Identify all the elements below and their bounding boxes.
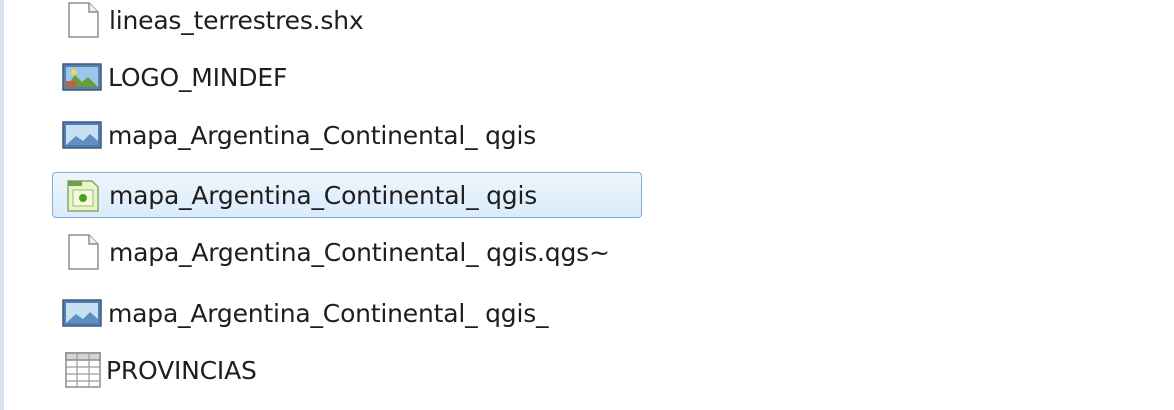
file-list: lineas_terrestres.shx LOGO_MINDEF mapa_A… (0, 0, 1174, 410)
image-file-icon (62, 61, 102, 93)
image-file-icon (62, 297, 102, 329)
file-name: mapa_Argentina_Continental_ qgis_ (108, 298, 549, 328)
file-name: mapa_Argentina_Continental_ qgis.qgs~ (109, 237, 610, 267)
table-file-icon (64, 351, 102, 389)
file-name: PROVINCIAS (106, 355, 257, 385)
list-item-logo-mindef[interactable]: LOGO_MINDEF (52, 56, 352, 98)
list-item-mapa-argentina-qgis-project[interactable]: mapa_Argentina_Continental_ qgis (52, 172, 642, 218)
list-item-lineas-terrestres-shx[interactable]: lineas_terrestres.shx (52, 0, 472, 41)
list-item-mapa-argentina-image[interactable]: mapa_Argentina_Continental_ qgis (52, 114, 652, 156)
blank-document-icon (68, 234, 99, 270)
file-name: lineas_terrestres.shx (109, 5, 364, 35)
image-file-icon (62, 119, 102, 151)
list-item-mapa-argentina-image-2[interactable]: mapa_Argentina_Continental_ qgis_ (52, 292, 652, 334)
file-name: mapa_Argentina_Continental_ qgis (108, 120, 537, 150)
list-item-mapa-argentina-qgs-backup[interactable]: mapa_Argentina_Continental_ qgis.qgs~ (52, 231, 712, 273)
file-name: mapa_Argentina_Continental_ qgis (109, 180, 538, 210)
list-item-provincias[interactable]: PROVINCIAS (52, 349, 352, 391)
file-name: LOGO_MINDEF (108, 62, 288, 92)
qgis-project-icon (63, 179, 103, 212)
blank-document-icon (68, 2, 99, 38)
